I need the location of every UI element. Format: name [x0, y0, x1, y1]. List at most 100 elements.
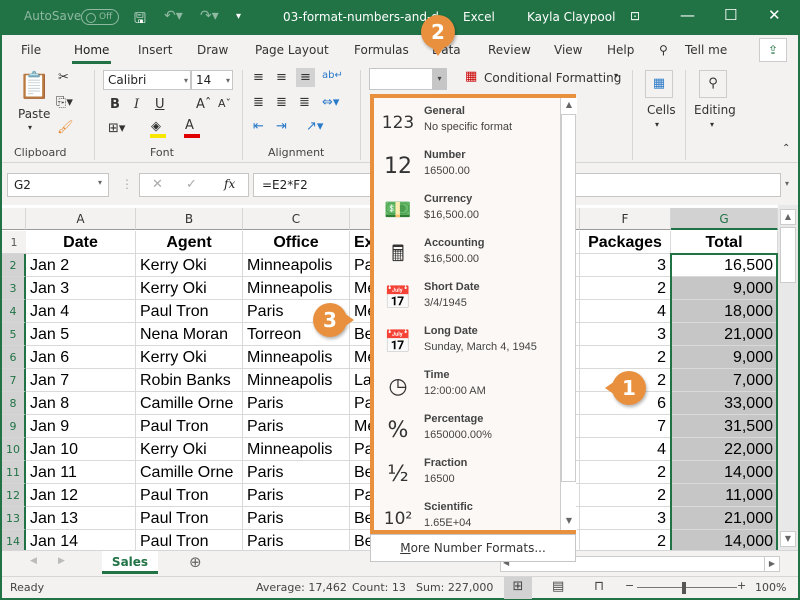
cell-f[interactable]: 2: [580, 530, 671, 550]
format-option-short-date[interactable]: 📅 Short Date 3/4/1945: [374, 276, 558, 320]
row-header[interactable]: 1: [2, 231, 26, 254]
expand-formula-icon[interactable]: ▾: [785, 179, 789, 188]
cell-g[interactable]: 14,000: [671, 461, 778, 484]
cell-b[interactable]: Kerry Oki: [136, 438, 243, 461]
header-cell-g[interactable]: Total: [671, 231, 778, 254]
row-header[interactable]: 10: [2, 438, 26, 461]
row-header[interactable]: 12: [2, 484, 26, 507]
cell-g[interactable]: 31,500: [671, 415, 778, 438]
tab-help[interactable]: Help: [607, 43, 634, 57]
cell-b[interactable]: Camille Orne: [136, 461, 243, 484]
borders-icon[interactable]: ⊞▾: [108, 121, 125, 136]
column-header-a[interactable]: A: [26, 208, 136, 230]
cell-f[interactable]: 7: [580, 415, 671, 438]
sheet-tab-sales[interactable]: Sales: [102, 551, 158, 574]
cell-b[interactable]: Camille Orne: [136, 392, 243, 415]
cells-icon[interactable]: ▦: [645, 70, 673, 98]
increase-font-icon[interactable]: Aˆ: [196, 97, 211, 112]
row-header[interactable]: 9: [2, 415, 26, 438]
paste-icon[interactable]: 📋: [18, 71, 50, 101]
cancel-icon[interactable]: ✕: [152, 177, 163, 192]
decrease-font-icon[interactable]: Aˇ: [218, 97, 231, 110]
tab-draw[interactable]: Draw: [197, 43, 228, 57]
format-option-time[interactable]: ◷ Time 12:00:00 AM: [374, 364, 558, 408]
cell-a[interactable]: Jan 14: [26, 530, 136, 550]
cell-a[interactable]: Jan 7: [26, 369, 136, 392]
autosave-toggle[interactable]: Off: [81, 9, 119, 25]
enter-icon[interactable]: ✓: [186, 177, 197, 192]
cell-g[interactable]: 11,000: [671, 484, 778, 507]
menu-scroll-down-button[interactable]: ▼: [561, 514, 577, 530]
insert-function-button[interactable]: fx: [224, 177, 235, 191]
format-option-general[interactable]: 123 General No specific format: [374, 100, 558, 144]
format-option-fraction[interactable]: ½ Fraction 16500: [374, 452, 558, 496]
cell-c[interactable]: Paris: [243, 507, 350, 530]
row-header[interactable]: 5: [2, 323, 26, 346]
italic-button[interactable]: I: [134, 97, 139, 112]
cell-c[interactable]: Paris: [243, 461, 350, 484]
header-cell-b[interactable]: Agent: [136, 231, 243, 254]
search-icon[interactable]: ⚲: [659, 43, 668, 57]
tab-insert[interactable]: Insert: [138, 43, 172, 57]
menu-scroll-up-button[interactable]: ▲: [561, 98, 577, 114]
save-icon[interactable]: 🖫: [134, 8, 146, 32]
cell-a[interactable]: Jan 8: [26, 392, 136, 415]
scroll-right-button[interactable]: ▶: [764, 556, 780, 572]
scroll-up-button[interactable]: ▲: [780, 209, 796, 225]
font-name-select[interactable]: Calibri ▾: [103, 70, 191, 90]
cell-f[interactable]: 2: [580, 484, 671, 507]
cell-f[interactable]: 3: [580, 323, 671, 346]
align-top-icon[interactable]: ≡: [253, 70, 264, 85]
row-header[interactable]: 8: [2, 392, 26, 415]
close-icon[interactable]: ✕: [768, 6, 781, 24]
cell-a[interactable]: Jan 11: [26, 461, 136, 484]
row-header[interactable]: 7: [2, 369, 26, 392]
cell-g[interactable]: 9,000: [671, 277, 778, 300]
align-middle-icon[interactable]: ≡: [276, 70, 287, 85]
merge-center-icon[interactable]: ⇔▾: [322, 95, 339, 110]
vertical-scrollbar[interactable]: ▲ ▼: [778, 205, 798, 550]
redo-icon[interactable]: ↷▾: [200, 8, 219, 24]
cell-c[interactable]: Minneapolis: [243, 369, 350, 392]
wrap-text-icon[interactable]: ab↵: [322, 70, 343, 81]
tab-home[interactable]: Home: [71, 43, 112, 64]
cell-b[interactable]: Robin Banks: [136, 369, 243, 392]
cut-icon[interactable]: ✂: [58, 70, 69, 85]
fill-color-icon[interactable]: ◈: [151, 119, 161, 134]
name-box[interactable]: G2 ▾: [7, 173, 109, 197]
format-option-percentage[interactable]: % Percentage 1650000.00%: [374, 408, 558, 452]
next-sheet-icon[interactable]: ▶: [58, 556, 65, 566]
header-cell-a[interactable]: Date: [26, 231, 136, 254]
format-option-currency[interactable]: 💵 Currency $16,500.00: [374, 188, 558, 232]
align-right-icon[interactable]: ≣: [299, 95, 310, 110]
cell-f[interactable]: 2: [580, 461, 671, 484]
cell-a[interactable]: Jan 9: [26, 415, 136, 438]
cell-c[interactable]: Minneapolis: [243, 277, 350, 300]
decrease-indent-icon[interactable]: ⇤: [253, 119, 264, 134]
row-header[interactable]: 11: [2, 461, 26, 484]
cell-f[interactable]: 2: [580, 346, 671, 369]
cell-a[interactable]: Jan 10: [26, 438, 136, 461]
align-bottom-icon[interactable]: ≡: [296, 68, 315, 87]
cell-f[interactable]: 4: [580, 438, 671, 461]
editing-button[interactable]: Editing: [694, 103, 736, 117]
tab-view[interactable]: View: [554, 43, 582, 57]
cell-a[interactable]: Jan 5: [26, 323, 136, 346]
row-header[interactable]: 14: [2, 530, 26, 550]
column-header-b[interactable]: B: [136, 208, 243, 230]
maximize-icon[interactable]: ☐: [724, 6, 737, 24]
cell-a[interactable]: Jan 6: [26, 346, 136, 369]
orientation-icon[interactable]: ↗▾: [306, 119, 323, 134]
cell-f[interactable]: 2: [580, 277, 671, 300]
cell-a[interactable]: Jan 2: [26, 254, 136, 277]
column-header-g[interactable]: G: [671, 208, 778, 230]
row-header[interactable]: 2: [2, 254, 26, 277]
collapse-ribbon-icon[interactable]: ⌃: [782, 143, 790, 154]
customize-qat-icon[interactable]: ▾: [236, 11, 241, 22]
align-center-icon[interactable]: ≣: [276, 95, 287, 110]
cell-a[interactable]: Jan 4: [26, 300, 136, 323]
cell-c[interactable]: Minneapolis: [243, 438, 350, 461]
minimize-icon[interactable]: —: [680, 6, 695, 24]
row-header[interactable]: 4: [2, 300, 26, 323]
row-header[interactable]: 13: [2, 507, 26, 530]
